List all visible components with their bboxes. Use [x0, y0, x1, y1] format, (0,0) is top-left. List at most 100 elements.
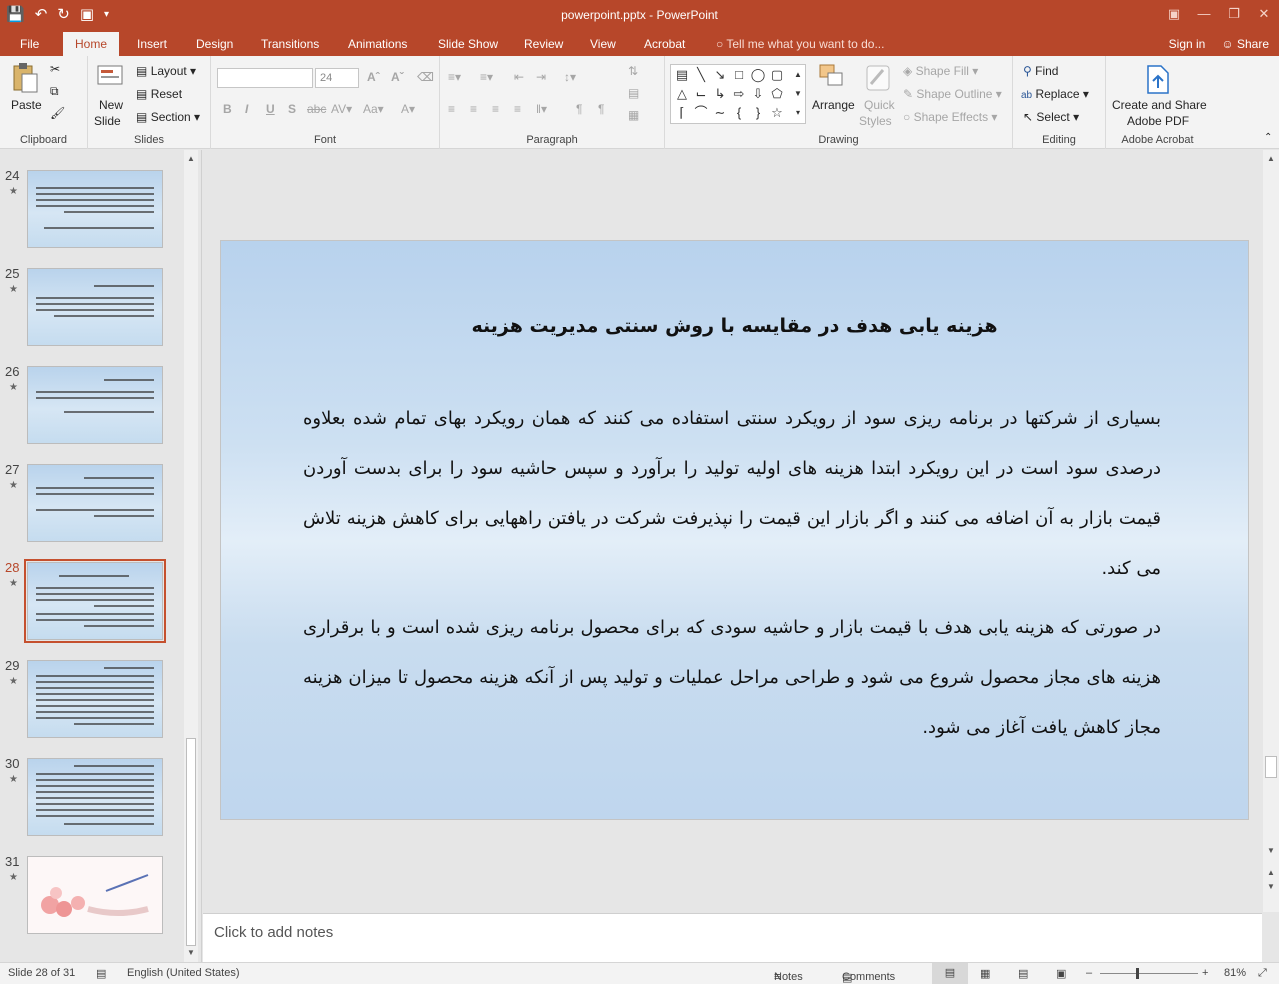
rounded-rect-shape-icon[interactable]: ▢: [768, 66, 786, 84]
slide-thumbnail-active[interactable]: [24, 559, 166, 643]
font-name-box[interactable]: [217, 68, 313, 88]
slide-sorter-icon[interactable]: ▦: [980, 967, 990, 980]
tab-transitions[interactable]: Transitions: [249, 32, 331, 56]
align-right-icon[interactable]: ≡: [492, 102, 499, 116]
smartart-icon[interactable]: ▦: [628, 108, 639, 122]
tab-slide-show[interactable]: Slide Show: [426, 32, 510, 56]
right-brace-shape-icon[interactable]: }: [749, 104, 767, 122]
curve-shape-icon[interactable]: ∼: [711, 104, 729, 122]
zoom-out-icon[interactable]: –: [1086, 967, 1092, 979]
scroll-down-icon[interactable]: ▼: [1264, 844, 1278, 858]
paste-icon[interactable]: [10, 62, 40, 94]
scroll-down-icon[interactable]: ▼: [184, 946, 198, 960]
tab-view[interactable]: View: [578, 32, 628, 56]
zoom-level[interactable]: 81%: [1224, 967, 1246, 979]
slide-thumbnail[interactable]: [27, 660, 163, 738]
decrease-font-icon[interactable]: Aˇ: [391, 70, 404, 84]
textbox-shape-icon[interactable]: ▤: [673, 66, 691, 84]
elbow-arrow-shape-icon[interactable]: ↳: [711, 85, 729, 103]
arrange-button[interactable]: Arrange: [812, 98, 855, 112]
normal-view-icon[interactable]: ▤: [932, 963, 968, 984]
arc-shape-icon[interactable]: ⌒: [692, 104, 710, 122]
share-button[interactable]: ☺ Share: [1221, 32, 1269, 56]
left-brace-shape-icon[interactable]: {: [730, 104, 748, 122]
elbow-shape-icon[interactable]: ⌙: [692, 85, 710, 103]
create-pdf-label-1[interactable]: Create and Share: [1112, 98, 1207, 112]
previous-slide-icon[interactable]: ▲: [1264, 866, 1278, 880]
tab-animations[interactable]: Animations: [336, 32, 419, 56]
tab-insert[interactable]: Insert: [125, 32, 179, 56]
down-arrow-shape-icon[interactable]: ⇩: [749, 85, 767, 103]
format-painter-icon[interactable]: 🖌: [50, 106, 65, 120]
slide-scrollbar[interactable]: ▲ ▼ ▲ ▼: [1263, 150, 1279, 912]
scrollbar-thumb[interactable]: [186, 738, 196, 946]
slide-paragraph-1[interactable]: بسیاری از شرکتها در برنامه ریزی سود از ر…: [303, 394, 1161, 594]
underline-icon[interactable]: U: [266, 102, 275, 116]
increase-indent-icon[interactable]: ⇥: [536, 70, 546, 84]
shadow-icon[interactable]: S: [288, 102, 296, 116]
tell-me-box[interactable]: ○ Tell me what you want to do...: [716, 32, 884, 56]
bold-icon[interactable]: B: [223, 102, 232, 116]
scroll-up-icon[interactable]: ▲: [1264, 152, 1278, 166]
tab-acrobat[interactable]: Acrobat: [632, 32, 697, 56]
section-button[interactable]: ▤ Section ▾: [136, 110, 200, 124]
change-case-icon[interactable]: Aa▾: [363, 102, 384, 116]
rtl-icon[interactable]: ¶: [576, 102, 582, 116]
slide-title[interactable]: هزینه یابی هدف در مقایسه با روش سنتی مدی…: [221, 315, 1248, 337]
new-slide-label-1[interactable]: New: [99, 98, 123, 112]
slide-thumbnail[interactable]: [27, 856, 163, 934]
find-button[interactable]: ⚲ Find: [1023, 64, 1058, 78]
slide-thumbnail[interactable]: [27, 268, 163, 346]
justify-icon[interactable]: ≡: [514, 102, 521, 116]
tab-home[interactable]: Home: [63, 32, 120, 56]
replace-button[interactable]: ab Replace ▾: [1021, 87, 1089, 101]
create-pdf-icon[interactable]: [1143, 64, 1173, 96]
bullets-icon[interactable]: ≡▾: [448, 70, 461, 84]
layout-button[interactable]: ▤ Layout ▾: [136, 64, 196, 78]
align-center-icon[interactable]: ≡: [470, 102, 477, 116]
reset-button[interactable]: ▤ Reset: [136, 87, 182, 101]
slide-thumbnail[interactable]: [27, 170, 163, 248]
font-color-icon[interactable]: A▾: [401, 102, 415, 116]
slide-paragraph-2[interactable]: در صورتی که هزینه یابی هدف با قیمت بازار…: [303, 603, 1161, 753]
collapse-ribbon-icon[interactable]: ⌃: [1264, 132, 1272, 143]
align-left-icon[interactable]: ≡: [448, 102, 455, 116]
quick-styles-label-1[interactable]: Quick: [864, 98, 895, 112]
align-text-icon[interactable]: ▤: [628, 86, 639, 100]
numbering-icon[interactable]: ≡▾: [480, 70, 493, 84]
cut-icon[interactable]: ✂: [50, 62, 60, 76]
right-arrow-shape-icon[interactable]: ⇨: [730, 85, 748, 103]
shape-fill-button[interactable]: ◈ Shape Fill ▾: [903, 64, 978, 78]
ribbon-display-icon[interactable]: ▣: [1159, 0, 1189, 32]
rectangle-shape-icon[interactable]: □: [730, 66, 748, 84]
scrollbar-thumb[interactable]: [1265, 756, 1277, 778]
shape-outline-button[interactable]: ✎ Shape Outline ▾: [903, 87, 1002, 101]
gallery-up-icon[interactable]: ▲: [789, 66, 807, 84]
line-spacing-icon[interactable]: ↕▾: [564, 70, 576, 84]
slide-thumbnail[interactable]: [27, 758, 163, 836]
gallery-more-icon[interactable]: ▾: [789, 104, 807, 122]
line-shape-icon[interactable]: ╲: [692, 66, 710, 84]
slide-canvas[interactable]: هزینه یابی هدف در مقایسه با روش سنتی مدی…: [220, 240, 1249, 820]
new-slide-icon[interactable]: [95, 60, 125, 92]
ltr-icon[interactable]: ¶: [598, 102, 604, 116]
restore-icon[interactable]: ❐: [1219, 0, 1249, 32]
select-button[interactable]: ↖ Select ▾: [1023, 110, 1079, 124]
zoom-in-icon[interactable]: +: [1202, 967, 1208, 979]
decrease-indent-icon[interactable]: ⇤: [514, 70, 524, 84]
quick-styles-label-2[interactable]: Styles: [859, 114, 892, 128]
tab-file[interactable]: File: [8, 32, 51, 56]
zoom-slider-track[interactable]: [1100, 973, 1198, 974]
tab-design[interactable]: Design: [184, 32, 245, 56]
font-size-box[interactable]: 24: [315, 68, 359, 88]
sign-in-link[interactable]: Sign in: [1169, 32, 1206, 56]
clear-format-icon[interactable]: ⌫: [417, 70, 434, 84]
strikethrough-icon[interactable]: abc: [307, 102, 326, 116]
gallery-down-icon[interactable]: ▼: [789, 85, 807, 103]
notes-pane[interactable]: Click to add notes: [203, 913, 1262, 962]
slide-thumbnail[interactable]: [27, 366, 163, 444]
curved-connector-shape-icon[interactable]: ⌈: [673, 104, 691, 122]
fit-slide-icon[interactable]: ⤢: [1258, 967, 1267, 980]
arrow-line-shape-icon[interactable]: ↘: [711, 66, 729, 84]
new-slide-label-2[interactable]: Slide: [94, 114, 121, 128]
